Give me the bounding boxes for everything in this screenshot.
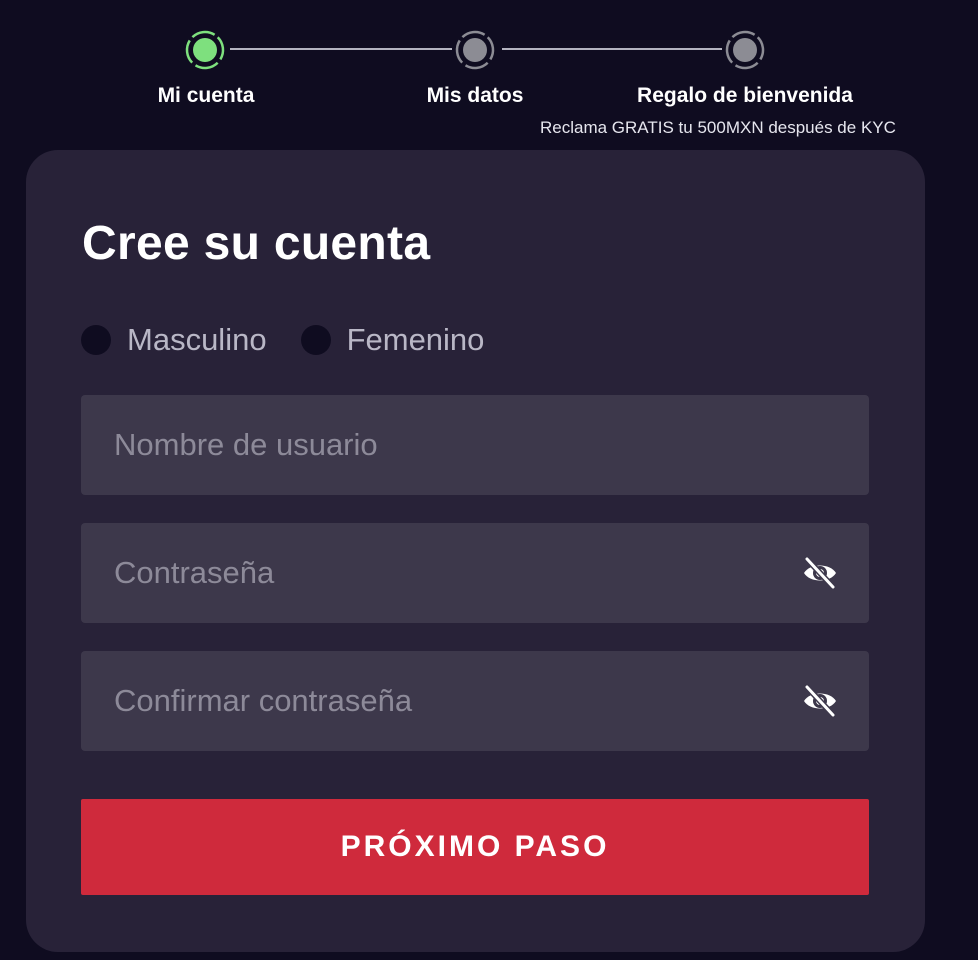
confirm-password-input[interactable] — [81, 651, 869, 751]
radio-circle[interactable] — [300, 325, 331, 355]
radio-masculino[interactable]: Masculino — [81, 322, 267, 358]
next-step-button[interactable]: PRÓXIMO PASO — [81, 799, 869, 895]
eye-off-icon[interactable] — [801, 683, 839, 719]
progress-stepper: Mi cuenta Mis datos Regalo de bienvenida… — [0, 0, 978, 150]
radio-label: Masculino — [127, 322, 267, 357]
signup-page: Mi cuenta Mis datos Regalo de bienvenida… — [0, 0, 978, 960]
step-connector — [502, 48, 722, 50]
signup-card: Cree su cuenta Masculino Femenino Nombre… — [26, 150, 925, 952]
radio-label: Femenino — [346, 322, 485, 357]
page-title: Cree su cuenta — [82, 217, 431, 270]
gender-radio-group: Masculino Femenino — [81, 322, 518, 358]
step-label-mi-cuenta: Mi cuenta — [157, 84, 255, 107]
eye-off-icon[interactable] — [801, 555, 839, 591]
password-field-container — [81, 523, 869, 623]
step-inactive-icon — [455, 30, 495, 70]
radio-femenino[interactable]: Femenino — [300, 322, 485, 358]
radio-circle[interactable] — [81, 325, 111, 355]
confirm-password-field-container — [81, 651, 869, 751]
step-label-mis-datos: Mis datos — [426, 84, 524, 107]
step-label-regalo: Regalo de bienvenida — [637, 84, 853, 107]
password-input[interactable] — [81, 523, 869, 623]
step-active-icon — [185, 30, 225, 70]
step-inactive-icon — [725, 30, 765, 70]
username-field-container — [81, 395, 869, 495]
step-connector — [230, 48, 452, 50]
username-input[interactable] — [81, 395, 869, 495]
step-subtitle: Reclama GRATIS tu 500MXN después de KYC — [540, 118, 896, 137]
